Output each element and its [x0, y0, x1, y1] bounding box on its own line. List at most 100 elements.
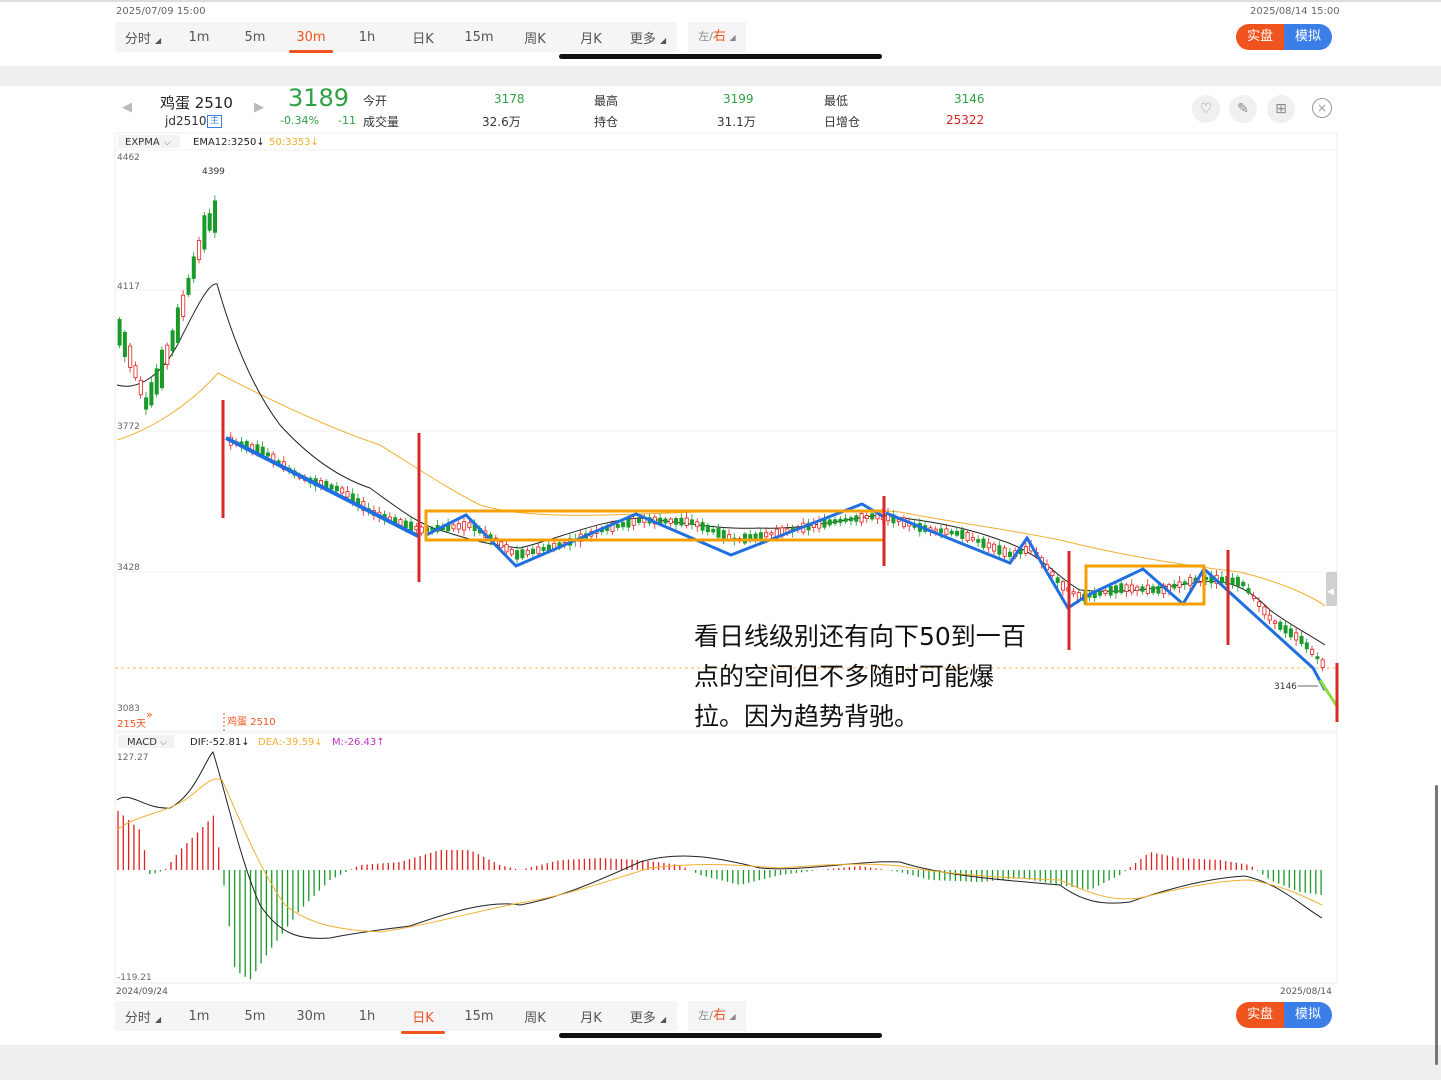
- candle: [1002, 547, 1007, 557]
- candle: [663, 518, 668, 524]
- tab-30m[interactable]: 30m: [283, 1009, 339, 1024]
- page-scrollbar[interactable]: [1435, 785, 1438, 1065]
- tab-weekly-k[interactable]: 周K: [507, 1007, 563, 1026]
- candle: [1151, 586, 1156, 593]
- expand-chevron-icon: »: [146, 708, 153, 721]
- candle: [451, 524, 456, 530]
- candle: [1124, 584, 1129, 593]
- candle: [827, 519, 832, 526]
- candle: [1140, 586, 1145, 592]
- candle: [997, 545, 1002, 555]
- date-axis-start: 2024/09/24: [116, 987, 168, 997]
- candle: [849, 517, 854, 522]
- candle: [1008, 551, 1013, 557]
- left-right-toggle[interactable]: 左/右 ◢: [688, 1001, 746, 1031]
- candle: [838, 518, 843, 523]
- tab-1m[interactable]: 1m: [171, 1009, 227, 1024]
- sim-trade-button[interactable]: 模拟: [1284, 1002, 1332, 1028]
- tab-more[interactable]: 更多 ◢: [619, 1007, 677, 1026]
- candle: [133, 365, 138, 379]
- svg-text:◀: ◀: [1327, 587, 1334, 597]
- candle: [334, 485, 339, 492]
- candle: [944, 528, 949, 535]
- candle: [1235, 576, 1240, 587]
- candle: [854, 515, 859, 522]
- candle: [1278, 621, 1283, 630]
- candle: [467, 522, 472, 529]
- candle: [716, 527, 721, 538]
- candle: [1304, 642, 1309, 650]
- tab-fenshi[interactable]: 分时 ◢: [115, 1007, 171, 1026]
- expma-selector: EXPMA: [125, 137, 160, 148]
- candle: [1288, 628, 1293, 638]
- candle: [1294, 632, 1299, 641]
- candle: [711, 528, 716, 533]
- candle: [690, 519, 695, 525]
- candle: [1315, 656, 1320, 660]
- tab-1h[interactable]: 1h: [339, 1009, 395, 1024]
- tab-daily-k[interactable]: 日K: [395, 1007, 451, 1034]
- candle: [960, 529, 965, 540]
- candle: [1241, 581, 1246, 587]
- annotation-line: 拉。因为趋势背驰。: [694, 702, 920, 731]
- dif-readout: DIF:-52.81↓: [190, 737, 250, 748]
- candle: [170, 330, 175, 351]
- svg-text:⌵: ⌵: [160, 738, 167, 748]
- macd-selector: MACD: [127, 737, 157, 748]
- candle: [419, 526, 424, 534]
- bottom-period-tabs: 分时 ◢ 1m 5m 30m 1h 日K 15m 周K 月K 更多 ◢: [115, 1001, 677, 1034]
- candle: [833, 519, 838, 524]
- candle: [615, 524, 620, 528]
- drag-handle-bottom[interactable]: [559, 1033, 882, 1038]
- high-marker: 4399: [202, 167, 225, 177]
- candle: [753, 533, 758, 540]
- candle: [1251, 595, 1256, 600]
- candle: [186, 277, 191, 295]
- candle: [541, 547, 546, 551]
- candle: [1055, 577, 1060, 584]
- candle: [1310, 648, 1315, 655]
- latest-segment: [1318, 679, 1340, 709]
- price-axis-label: 3428: [117, 563, 140, 573]
- candle: [1108, 585, 1113, 596]
- tab-monthly-k[interactable]: 月K: [563, 1007, 619, 1026]
- candle: [1119, 583, 1124, 593]
- candle: [1145, 584, 1150, 594]
- candle: [1172, 583, 1177, 589]
- ema50-readout: 50:3353↓: [269, 137, 319, 148]
- low-marker: 3146: [1274, 682, 1297, 692]
- macd-pane-frame: [114, 732, 1338, 984]
- candle: [674, 518, 679, 525]
- candle: [970, 537, 975, 541]
- candle: [1188, 577, 1193, 586]
- candle: [631, 518, 636, 526]
- tab-15m[interactable]: 15m: [451, 1009, 507, 1024]
- candle: [1129, 584, 1134, 593]
- candle: [202, 215, 207, 250]
- candle: [181, 294, 186, 317]
- bottom-mode-switch: 实盘 模拟: [1236, 1002, 1332, 1028]
- kline-chart[interactable]: EXPMA ⌵ EMA12:3250↓ 50:3353↓ 4462 4117 3…: [0, 0, 1441, 1080]
- candle: [175, 307, 180, 344]
- candle: [1257, 601, 1262, 607]
- days-badge: 215天: [117, 719, 146, 730]
- candlesticks: [117, 195, 1325, 672]
- candle: [1061, 581, 1066, 591]
- tab-5m[interactable]: 5m: [227, 1009, 283, 1024]
- candle: [1071, 591, 1076, 595]
- candle: [668, 518, 673, 524]
- candle: [520, 549, 525, 559]
- candle: [621, 522, 626, 528]
- real-trade-button[interactable]: 实盘: [1236, 1002, 1284, 1028]
- annotation-line: 点的空间但不多随时可能爆: [694, 662, 995, 691]
- candle: [1246, 588, 1251, 594]
- candle: [976, 539, 981, 543]
- candle: [986, 542, 991, 549]
- candle: [684, 517, 689, 526]
- candle: [207, 213, 212, 231]
- candle: [504, 544, 509, 553]
- candle: [509, 549, 514, 555]
- candle: [165, 344, 170, 365]
- candle: [329, 484, 334, 490]
- macd-histogram: [117, 810, 1322, 980]
